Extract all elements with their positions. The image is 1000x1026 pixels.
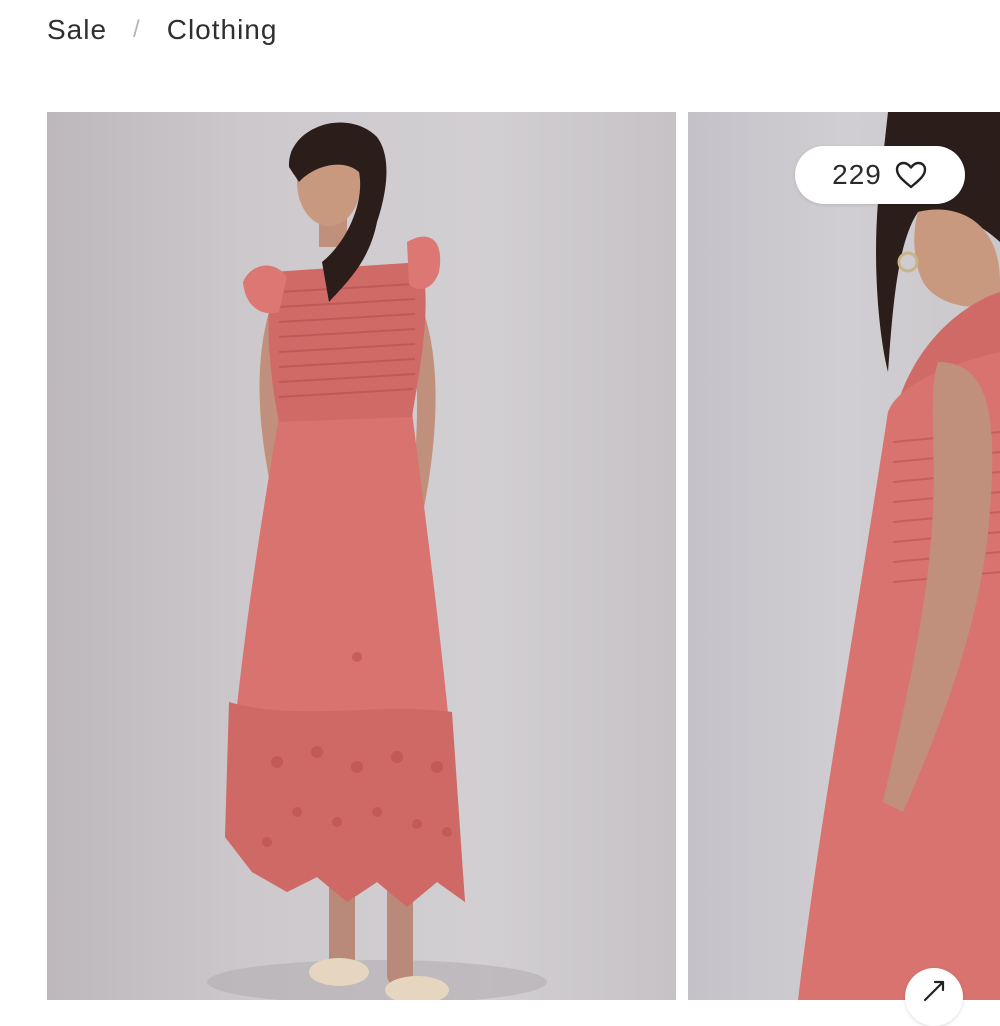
breadcrumb-clothing-link[interactable]: Clothing	[167, 14, 278, 46]
product-photo-1[interactable]	[47, 112, 676, 1000]
model-full-length-illustration	[207, 122, 547, 1000]
wishlist-like-button[interactable]: 229	[795, 146, 965, 204]
like-count: 229	[832, 159, 882, 190]
breadcrumb-sale-link[interactable]: Sale	[47, 14, 107, 46]
breadcrumb: Sale / Clothing	[47, 14, 277, 46]
model-side-view-illustration	[798, 112, 1000, 1000]
expand-arrows-icon	[923, 980, 945, 1002]
heart-outline-icon	[895, 161, 927, 189]
product-photo-2[interactable]	[688, 112, 1000, 1000]
expand-image-button[interactable]	[905, 968, 963, 1026]
product-image-gallery	[47, 112, 1000, 1000]
breadcrumb-separator: /	[133, 16, 141, 43]
